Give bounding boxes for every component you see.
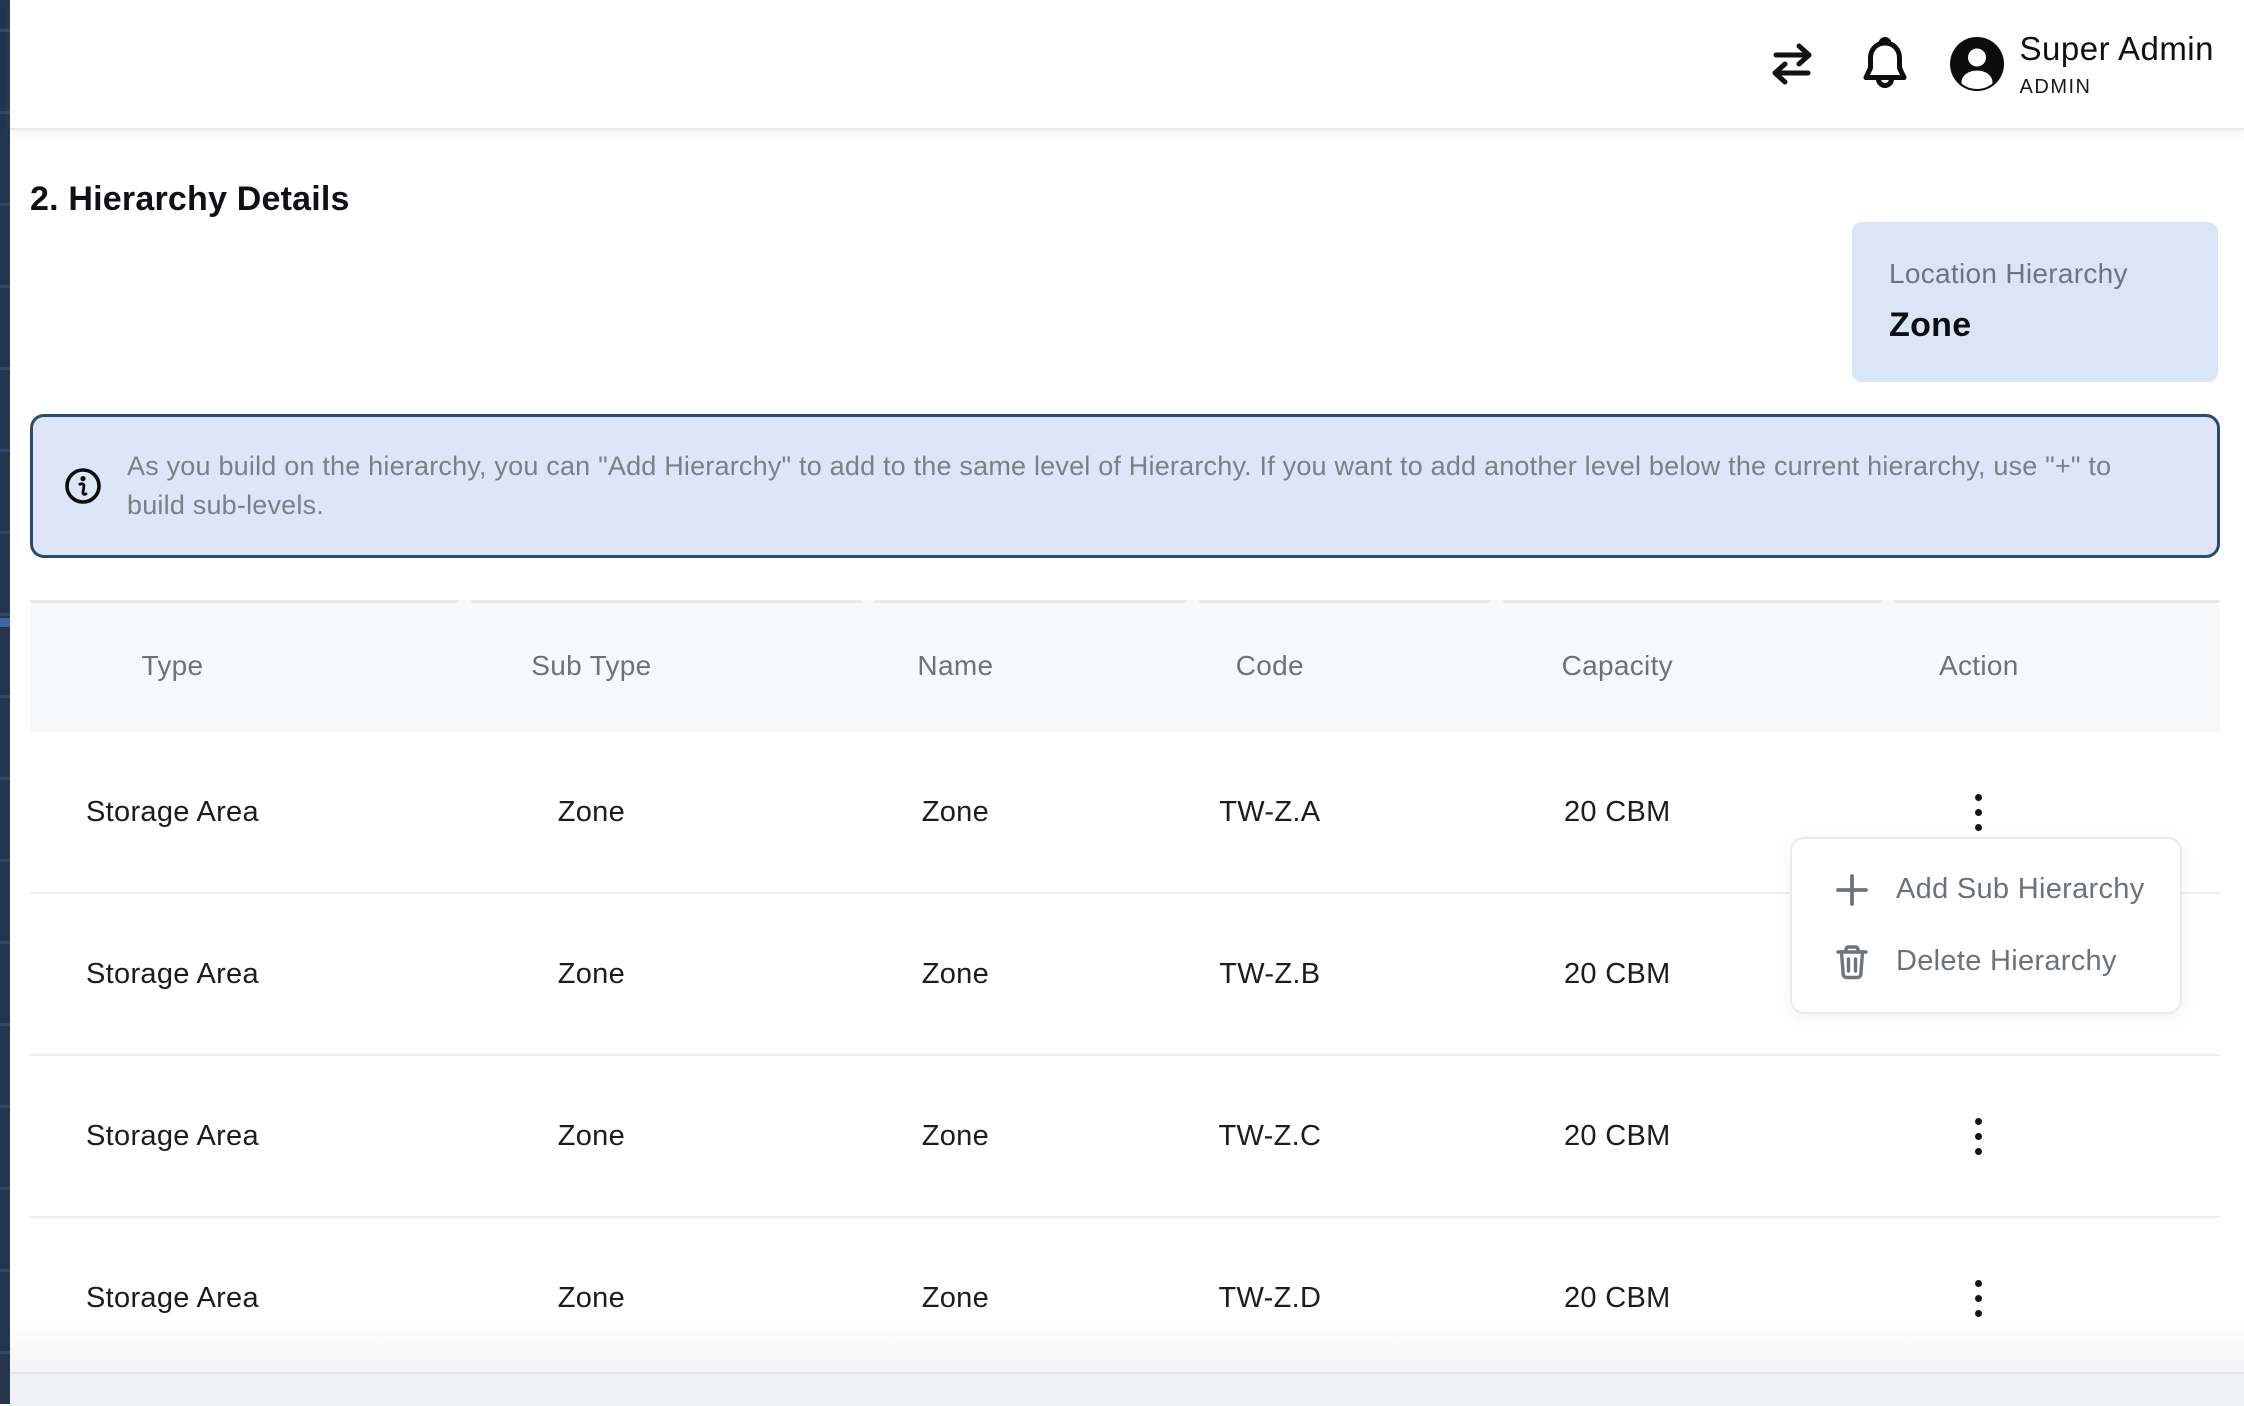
notifications-button[interactable]	[1860, 37, 1910, 91]
menu-item-label: Add Sub Hierarchy	[1896, 873, 2145, 906]
info-banner: As you build on the hierarchy, you can "…	[30, 414, 2220, 558]
cell-capacity: 20 CBM	[1497, 1056, 1888, 1216]
column-header-action: Action	[1888, 600, 2220, 732]
transfer-button[interactable]	[1768, 41, 1816, 87]
table-row: Storage Area Zone Zone TW-Z.C 20 CBM	[30, 1056, 2220, 1218]
user-name: Super Admin	[2020, 32, 2214, 65]
info-banner-text: As you build on the hierarchy, you can "…	[127, 447, 2122, 525]
bell-icon	[1860, 37, 1910, 91]
location-hierarchy-value: Zone	[1889, 306, 2218, 345]
cell-type: Storage Area	[30, 894, 465, 1054]
table-row: Storage Area Zone Zone TW-Z.D 20 CBM	[30, 1218, 2220, 1380]
cell-code: TW-Z.D	[1193, 1218, 1497, 1378]
column-header-name: Name	[868, 600, 1193, 732]
location-hierarchy-label: Location Hierarchy	[1889, 258, 2218, 290]
row-actions-kebab-icon[interactable]	[1956, 1113, 2002, 1159]
trash-icon	[1832, 942, 1872, 982]
info-icon	[63, 466, 103, 506]
menu-item-add-sub-hierarchy[interactable]: Add Sub Hierarchy	[1792, 854, 2180, 926]
row-actions-kebab-icon[interactable]	[1956, 1275, 2002, 1321]
cell-name: Zone	[868, 894, 1193, 1054]
cell-code: TW-Z.A	[1193, 732, 1497, 892]
user-info[interactable]: Super Admin ADMIN	[2020, 32, 2214, 97]
action-menu: Add Sub Hierarchy Delete Hierarchy	[1790, 837, 2182, 1014]
cell-code: TW-Z.B	[1193, 894, 1497, 1054]
cell-sub-type: Zone	[465, 732, 868, 892]
swap-arrows-icon	[1768, 41, 1816, 87]
menu-item-delete-hierarchy[interactable]: Delete Hierarchy	[1792, 926, 2180, 998]
top-bar: Super Admin ADMIN	[10, 0, 2244, 130]
sidebar-active-indicator	[0, 618, 10, 627]
cell-sub-type: Zone	[465, 1218, 868, 1378]
column-header-code: Code	[1193, 600, 1497, 732]
cell-type: Storage Area	[30, 1218, 465, 1378]
column-header-type: Type	[30, 600, 465, 732]
bottom-strip	[10, 1372, 2244, 1406]
cell-type: Storage Area	[30, 1056, 465, 1216]
menu-item-label: Delete Hierarchy	[1896, 945, 2117, 978]
column-header-capacity: Capacity	[1497, 600, 1888, 732]
row-actions-kebab-icon[interactable]	[1956, 789, 2002, 835]
sidebar-edge	[0, 0, 10, 1404]
top-bar-actions: Super Admin ADMIN	[1768, 32, 2244, 97]
cell-name: Zone	[868, 732, 1193, 892]
cell-type: Storage Area	[30, 732, 465, 892]
cell-name: Zone	[868, 1218, 1193, 1378]
user-avatar[interactable]	[1950, 37, 2004, 91]
cell-capacity: 20 CBM	[1497, 1218, 1888, 1378]
cell-code: TW-Z.C	[1193, 1056, 1497, 1216]
table-header-row: Type Sub Type Name Code Capacity Action	[30, 600, 2220, 732]
plus-icon	[1832, 871, 1872, 909]
user-role: ADMIN	[2020, 77, 2092, 97]
cell-sub-type: Zone	[465, 1056, 868, 1216]
location-hierarchy-card: Location Hierarchy Zone	[1852, 222, 2218, 382]
page-title: 2. Hierarchy Details	[30, 180, 350, 219]
column-header-sub-type: Sub Type	[465, 600, 868, 732]
cell-name: Zone	[868, 1056, 1193, 1216]
cell-sub-type: Zone	[465, 894, 868, 1054]
